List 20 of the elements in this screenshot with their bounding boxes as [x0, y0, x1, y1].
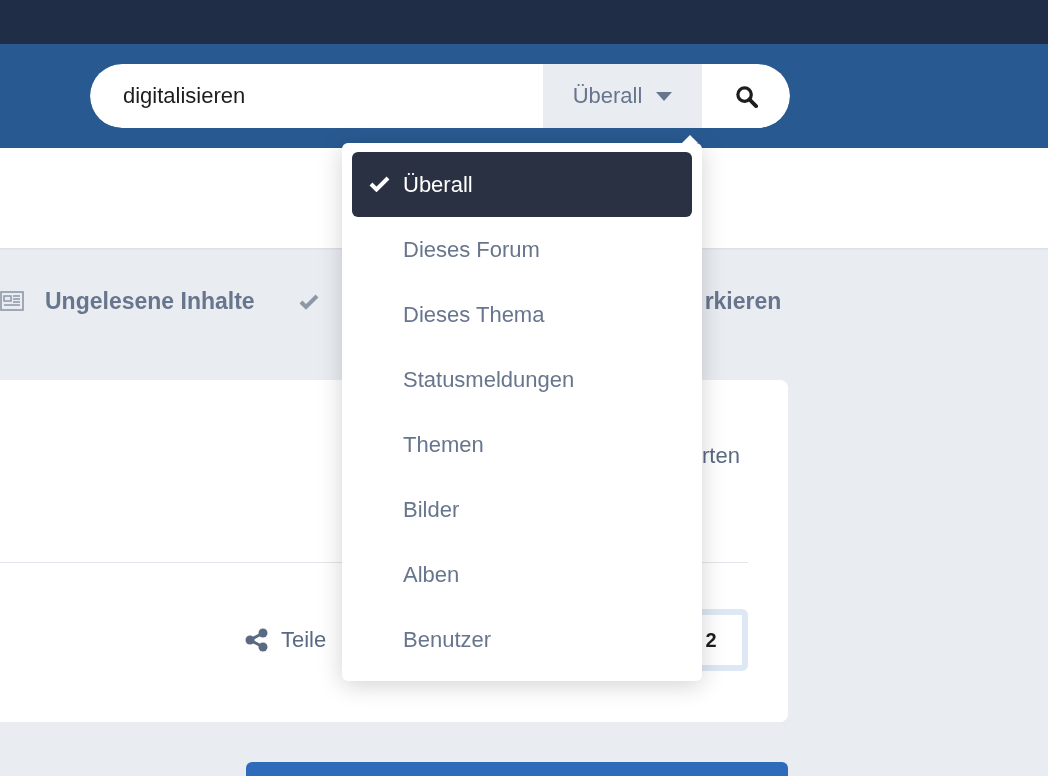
- search-icon: [734, 84, 758, 108]
- menu-item[interactable]: Themen: [352, 412, 692, 477]
- nav-link[interactable]: rkieren: [704, 288, 782, 314]
- check-icon: [298, 294, 319, 310]
- check-icon: [369, 176, 390, 192]
- menu-item[interactable]: Überall: [352, 152, 692, 217]
- menu-item[interactable]: Dieses Thema: [352, 282, 692, 347]
- card-text: rten: [702, 443, 740, 469]
- menu-item[interactable]: Statusmeldungen: [352, 347, 692, 412]
- caret-icon: [656, 91, 673, 101]
- newspaper-icon: [0, 291, 24, 311]
- menu-item[interactable]: Dieses Forum: [352, 217, 692, 282]
- scope-dropdown[interactable]: Überall: [543, 64, 702, 128]
- menu-item[interactable]: Bilder: [352, 477, 692, 542]
- share-button[interactable]: Teile: [245, 627, 327, 653]
- nav-link[interactable]: Ungelesene Inhalte: [45, 288, 255, 314]
- menu-item[interactable]: Alben: [352, 542, 692, 607]
- search-button[interactable]: [702, 64, 790, 128]
- share-icon: [245, 628, 268, 652]
- search-field[interactable]: digitalisieren: [90, 64, 543, 128]
